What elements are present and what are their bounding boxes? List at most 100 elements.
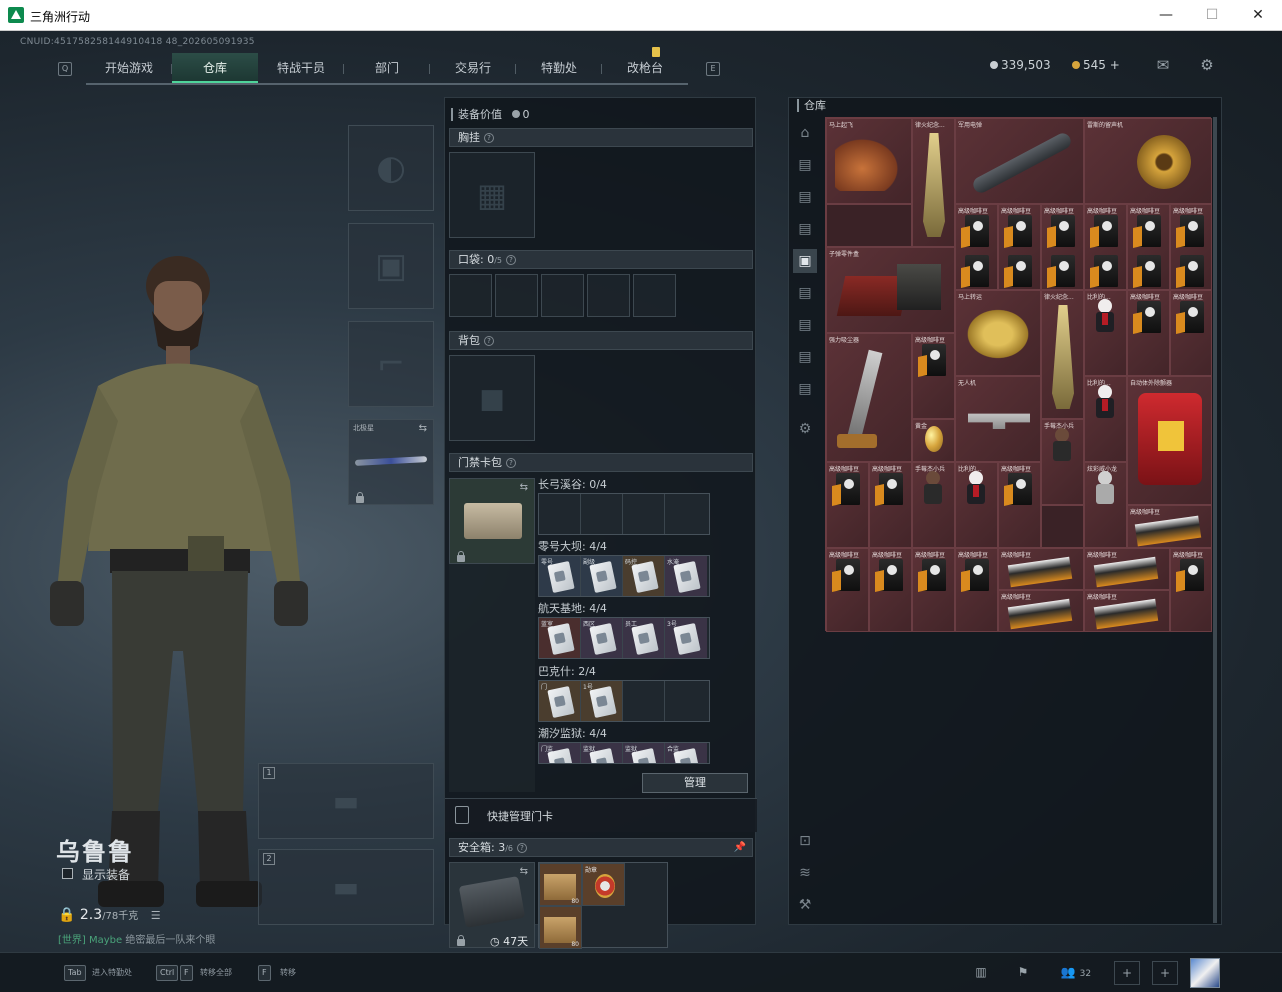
friends-button[interactable]: 👥 32 — [1056, 961, 1096, 985]
flag-icon[interactable]: ⚑ — [1010, 961, 1036, 985]
tab-department[interactable]: 部门 — [344, 53, 430, 83]
tab-special-ops[interactable]: 特勤处 — [516, 53, 602, 83]
keycard-slot[interactable] — [623, 681, 665, 721]
safe-item[interactable]: 勋章 — [582, 863, 625, 906]
swap-icon[interactable]: ⇆ — [520, 482, 528, 493]
stash-item[interactable]: 子弹零件盒 — [826, 247, 955, 333]
keycard-slot[interactable] — [539, 494, 581, 534]
keycard-slot[interactable]: 合监 — [665, 743, 707, 763]
help-icon[interactable]: ? — [506, 255, 517, 265]
swap-icon[interactable]: ⇆ — [520, 866, 528, 877]
stash-item[interactable]: 高级咖啡豆 — [998, 204, 1041, 290]
stash-item[interactable]: 律火纪念... — [1041, 290, 1084, 419]
keycard-slot[interactable] — [665, 681, 707, 721]
manage-keycards-button[interactable]: 管理 — [642, 773, 748, 793]
stash-item[interactable]: 比利的... — [1084, 376, 1127, 462]
stash-item[interactable]: 无人机 — [955, 376, 1041, 462]
help-icon[interactable]: ? — [517, 843, 528, 853]
chest-rig-slot[interactable]: ▦ — [449, 152, 535, 238]
f-key-hint[interactable]: F — [258, 965, 271, 981]
melee-slot[interactable]: 北极星 ⇆ — [348, 419, 434, 505]
help-icon[interactable]: ? — [484, 336, 494, 346]
keycard-slot[interactable]: 门监 — [539, 743, 581, 763]
stash-item[interactable]: 强力吸尘器 — [826, 333, 912, 462]
stash-scrollbar[interactable] — [1213, 117, 1217, 923]
stash-item[interactable]: 高级咖啡豆 — [869, 462, 912, 548]
close-button[interactable]: ✕ — [1238, 4, 1278, 26]
nav-next-key-icon[interactable]: E — [706, 62, 720, 76]
minimize-button[interactable]: — — [1146, 4, 1186, 26]
keycard-slot[interactable]: 码控 — [623, 556, 665, 596]
stash-item[interactable]: 高级咖啡豆 — [869, 548, 912, 632]
ctrl-key-hint[interactable]: Ctrl — [156, 965, 179, 981]
stash-settings-icon[interactable]: ⚙ — [793, 417, 817, 441]
tab-operators[interactable]: 特战干员 — [258, 53, 344, 83]
show-equipment-checkbox[interactable] — [62, 868, 73, 879]
stash-item[interactable]: 律火纪念... — [912, 118, 955, 247]
pocket-slot[interactable] — [449, 274, 492, 317]
helmet-slot[interactable]: ◐ — [348, 125, 434, 211]
stash-tab-all-icon[interactable]: ⌂ — [793, 121, 817, 145]
tab-start-game[interactable]: 开始游戏 — [86, 53, 172, 83]
stash-item[interactable]: 高级咖啡豆 — [1127, 204, 1170, 290]
keycard-slot[interactable]: 员工 — [623, 618, 665, 658]
stash-sort-icon[interactable]: ⊡ — [793, 829, 817, 853]
stash-tab-icon[interactable]: ▤ — [793, 313, 817, 337]
keycard-slot[interactable]: 3号 — [665, 618, 707, 658]
stash-item[interactable]: 高级咖啡豆 — [1170, 290, 1212, 376]
keycard-slot[interactable]: 零号 — [539, 556, 581, 596]
add-token-button[interactable]: + — [1110, 58, 1120, 72]
stash-tools-icon[interactable]: ⚒ — [793, 893, 817, 917]
primary-weapon-slot-1[interactable]: 1 ▬ — [258, 763, 434, 839]
keycard-slot[interactable]: 西区 — [581, 618, 623, 658]
keycard-bag-slot[interactable]: ⇆ — [449, 478, 535, 564]
add-party-slot[interactable]: + — [1152, 961, 1178, 985]
stash-item[interactable]: 高级咖啡豆 — [1041, 204, 1084, 290]
safe-item[interactable]: 80 — [539, 863, 582, 906]
stash-item[interactable]: 马上起飞 — [826, 118, 912, 204]
keycard-slot[interactable]: 1号 — [581, 681, 623, 721]
armor-slot[interactable]: ▣ — [348, 223, 434, 309]
tab-warehouse[interactable]: 仓库 — [172, 53, 258, 83]
stash-empty[interactable] — [826, 204, 912, 247]
keycard-slot[interactable] — [623, 494, 665, 534]
avatar[interactable] — [1190, 958, 1220, 988]
chat-user[interactable]: Maybe — [89, 935, 122, 946]
pistol-slot[interactable]: ⌐ — [348, 321, 434, 407]
stash-item[interactable]: 比利的... — [1084, 290, 1127, 376]
keycard-slot[interactable]: 水淹 — [665, 556, 707, 596]
safe-item[interactable]: 80 — [539, 906, 582, 949]
stash-item[interactable]: 手莓杰小兵 — [912, 462, 955, 548]
stash-item[interactable]: 高级咖啡豆 — [1084, 548, 1170, 590]
stash-item[interactable]: 高级咖啡豆 — [998, 590, 1084, 632]
keycard-slot[interactable]: 监狱 — [581, 743, 623, 763]
keycard-slot[interactable] — [581, 494, 623, 534]
pin-icon[interactable]: 📌 — [734, 839, 746, 856]
stash-tab-active-icon[interactable]: ▣ — [793, 249, 817, 273]
keycard-slot[interactable]: 监狱 — [623, 743, 665, 763]
tab-key-hint[interactable]: Tab — [64, 965, 86, 981]
help-icon[interactable]: ? — [506, 458, 516, 468]
stash-item[interactable]: 高级咖啡豆 — [826, 548, 869, 632]
stash-item[interactable]: 炫彩威小龙 — [1084, 462, 1127, 548]
gear-icon[interactable]: ⚙ — [1198, 57, 1216, 73]
safe-box-slot[interactable]: ⇆ ◷ 47天 — [449, 862, 535, 948]
stash-item[interactable]: 雷斯的留声机 — [1084, 118, 1212, 204]
stash-item[interactable]: 高级咖啡豆 — [955, 548, 998, 632]
stash-tab-icon[interactable]: ▤ — [793, 217, 817, 241]
stash-item[interactable]: 高级咖啡豆 — [1127, 505, 1212, 548]
stash-item[interactable]: 高级咖啡豆 — [1084, 590, 1170, 632]
mail-icon[interactable]: ✉ — [1154, 57, 1172, 73]
stash-item[interactable]: 高级咖啡豆 — [1170, 204, 1212, 290]
help-icon[interactable]: ? — [484, 133, 494, 143]
keycard-slot[interactable] — [665, 494, 707, 534]
keycard-slot[interactable]: 副级 — [581, 556, 623, 596]
stash-item[interactable]: 比利的... — [955, 462, 998, 548]
add-party-slot[interactable]: + — [1114, 961, 1140, 985]
f-key-hint[interactable]: F — [180, 965, 193, 981]
list-icon[interactable]: ☰ — [151, 909, 161, 922]
stash-tab-icon[interactable]: ▤ — [793, 377, 817, 401]
stash-tab-icon[interactable]: ▤ — [793, 345, 817, 369]
stash-item[interactable]: 高级咖啡豆 — [912, 333, 955, 419]
nav-prev-key-icon[interactable]: Q — [58, 62, 72, 76]
